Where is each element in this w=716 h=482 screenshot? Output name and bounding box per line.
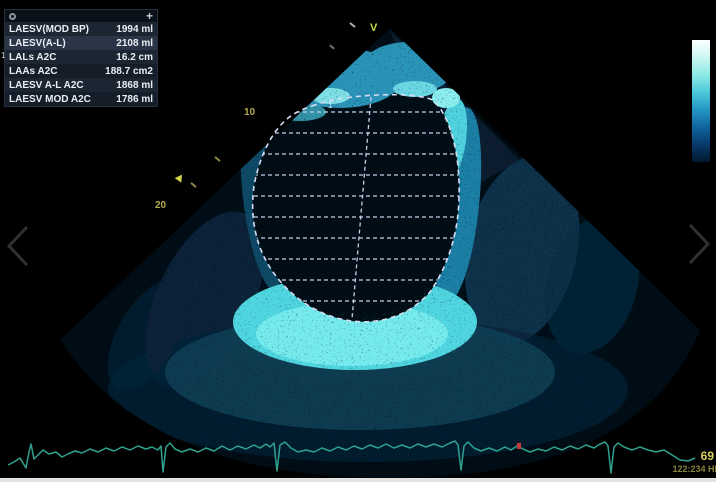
measurement-label: LAESV MOD A2C [9,94,91,105]
heart-rate-value: 69 [701,449,714,463]
measurement-value: 1994 ml [116,24,153,35]
measurement-label: LAESV(MOD BP) [9,24,89,35]
next-image-chevron[interactable] [686,222,712,266]
ecg-trace [8,441,695,473]
measurement-row[interactable]: LAESV MOD A2C 1786 ml [5,92,157,106]
measurement-label: LAESV A-L A2C [9,80,84,91]
depth-marker-10: 10 [244,107,255,118]
measurement-label: LAAs A2C [9,66,58,77]
orientation-v-marker: V [370,22,377,34]
add-measurement-icon[interactable]: + [146,11,153,21]
measurement-panel: + LAESV(MOD BP) 1994 ml LAESV(A-L) 2108 … [4,9,158,107]
measurement-label: LAESV(A-L) [9,38,66,49]
measurement-row[interactable]: LAESV A-L A2C 1868 ml [5,78,157,92]
collapse-panel-icon[interactable] [9,13,16,20]
measurement-row[interactable]: LAESV(MOD BP) 1994 ml [5,22,157,36]
trace-point-label: 1 [328,101,332,110]
heart-rate-detail: 122:234 HR [672,464,716,474]
measurement-label: LALs A2C [9,52,56,63]
ultrasound-screen: + LAESV(MOD BP) 1994 ml LAESV(A-L) 2108 … [0,0,716,482]
window-bottom-edge [0,478,716,482]
measurement-row-index-marker: 1 [1,51,5,60]
measurement-row[interactable]: LAESV(A-L) 2108 ml [5,36,157,50]
measurement-value: 1868 ml [116,80,153,91]
measurement-value: 188.7 cm2 [105,66,153,77]
measurement-panel-header: + [5,10,157,22]
measurement-row[interactable]: LALs A2C 16.2 cm [5,50,157,64]
depth-marker-20: 20 [155,200,166,211]
measurement-value: 2108 ml [116,38,153,49]
colorbar [692,40,710,162]
measurement-value: 1786 ml [116,94,153,105]
ecg-cine-marker[interactable] [517,443,521,449]
previous-image-chevron[interactable] [5,224,31,268]
measurement-row[interactable]: LAAs A2C 188.7 cm2 [5,64,157,78]
measurement-value: 16.2 cm [116,52,153,63]
